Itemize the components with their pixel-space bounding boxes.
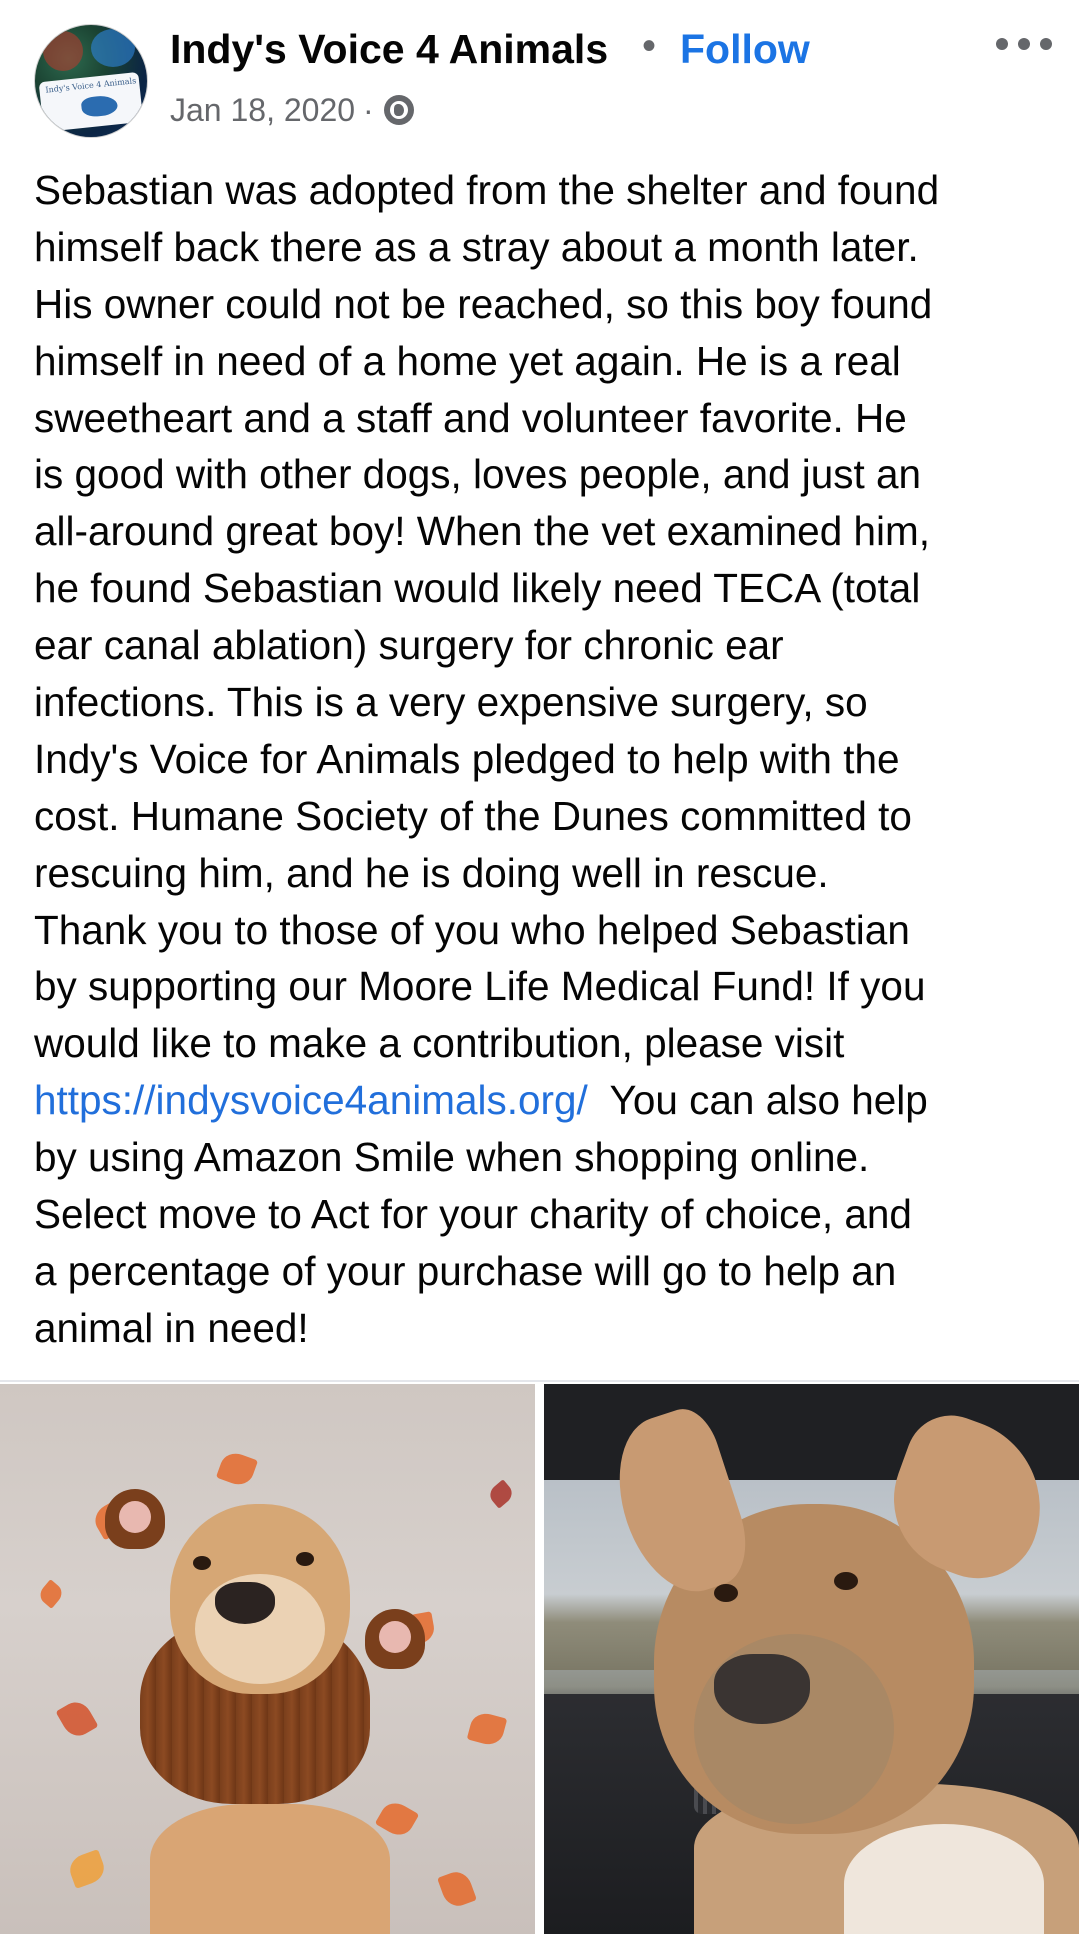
body-line: cost. Humane Society of the Dunes commit… (34, 792, 912, 839)
autumn-leaf (36, 1579, 66, 1609)
post-header: Indy's Voice 4 Animals Indy's Voice 4 An… (0, 0, 1079, 150)
post-date[interactable]: Jan 18, 2020 (170, 92, 355, 129)
dog-nose (215, 1582, 275, 1624)
dog-eye (296, 1552, 314, 1566)
more-options-icon[interactable] (996, 30, 1052, 54)
dog-chest (150, 1804, 390, 1934)
body-line: by supporting our Moore Life Medical Fun… (34, 963, 926, 1010)
body-line: a percentage of your purchase will go to… (34, 1247, 897, 1294)
website-link[interactable]: https://indysvoice4animals.org/ (34, 1077, 588, 1123)
avatar-art-red (43, 31, 83, 71)
more-dot (996, 38, 1008, 50)
body-line: himself back there as a stray about a mo… (34, 223, 919, 270)
dog-nose (714, 1654, 810, 1724)
body-line: His owner could not be reached, so this … (34, 280, 933, 327)
post-meta: Jan 18, 2020 · (170, 88, 414, 132)
avatar-art-blue (91, 29, 135, 67)
globe-icon[interactable] (383, 95, 414, 125)
body-line: is good with other dogs, loves people, a… (34, 451, 922, 498)
dog-eye (193, 1556, 211, 1570)
autumn-leaf (65, 1849, 109, 1889)
body-line: Indy's Voice for Animals pledged to help… (34, 735, 900, 782)
body-line: ear canal ablation) surgery for chronic … (34, 622, 784, 669)
avatar-badge-logo: Indy's Voice 4 Animals (45, 76, 137, 95)
body-line: himself in need of a home yet again. He … (34, 337, 901, 384)
dog-logo-icon (80, 94, 119, 118)
knit-ear-right (365, 1609, 425, 1669)
facebook-post: Indy's Voice 4 Animals Indy's Voice 4 An… (0, 0, 1079, 1934)
header-separator: • (642, 24, 657, 68)
dog-in-knit-hood-photo[interactable] (0, 1384, 535, 1934)
dog-chest-white (844, 1824, 1044, 1934)
autumn-leaf (215, 1449, 259, 1489)
page-avatar[interactable]: Indy's Voice 4 Animals (34, 24, 148, 138)
follow-button[interactable]: Follow (680, 26, 810, 73)
body-line: sweetheart and a staff and volunteer fav… (34, 394, 907, 441)
autumn-leaf (466, 1710, 508, 1748)
body-line-with-link: https://indysvoice4animals.org/ You can … (34, 1072, 1064, 1129)
body-line: by using Amazon Smile when shopping onli… (34, 1134, 870, 1181)
more-dot (1040, 38, 1052, 50)
photo-grid (0, 1380, 1079, 1936)
more-dot (1018, 38, 1030, 50)
dog-eye (714, 1584, 738, 1602)
knit-ear-left (105, 1489, 165, 1549)
autumn-leaf (374, 1797, 420, 1841)
body-line: he found Sebastian would likely need TEC… (34, 565, 921, 612)
page-name-link[interactable]: Indy's Voice 4 Animals (170, 26, 608, 73)
body-line: Sebastian was adopted from the shelter a… (34, 167, 940, 213)
dog-in-car-photo[interactable] (544, 1384, 1079, 1934)
body-line: would like to make a contribution, pleas… (34, 1020, 845, 1067)
photo-divider (535, 1384, 544, 1934)
meta-separator: · (363, 91, 374, 128)
autumn-leaf (55, 1696, 99, 1742)
dog-eye (834, 1572, 858, 1590)
autumn-leaf (437, 1867, 477, 1911)
body-line: animal in need! (34, 1304, 309, 1351)
body-line-tail: You can also help (587, 1077, 928, 1124)
autumn-leaf (486, 1479, 516, 1509)
body-line: rescuing him, and he is doing well in re… (34, 849, 829, 896)
body-line: all-around great boy! When the vet exami… (34, 508, 930, 555)
avatar-badge: Indy's Voice 4 Animals (38, 71, 144, 133)
body-line: Thank you to those of you who helped Seb… (34, 906, 910, 953)
body-line: infections. This is a very expensive sur… (34, 679, 868, 726)
post-body: Sebastian was adopted from the shelter a… (34, 162, 1064, 1357)
body-line: Select move to Act for your charity of c… (34, 1191, 912, 1238)
